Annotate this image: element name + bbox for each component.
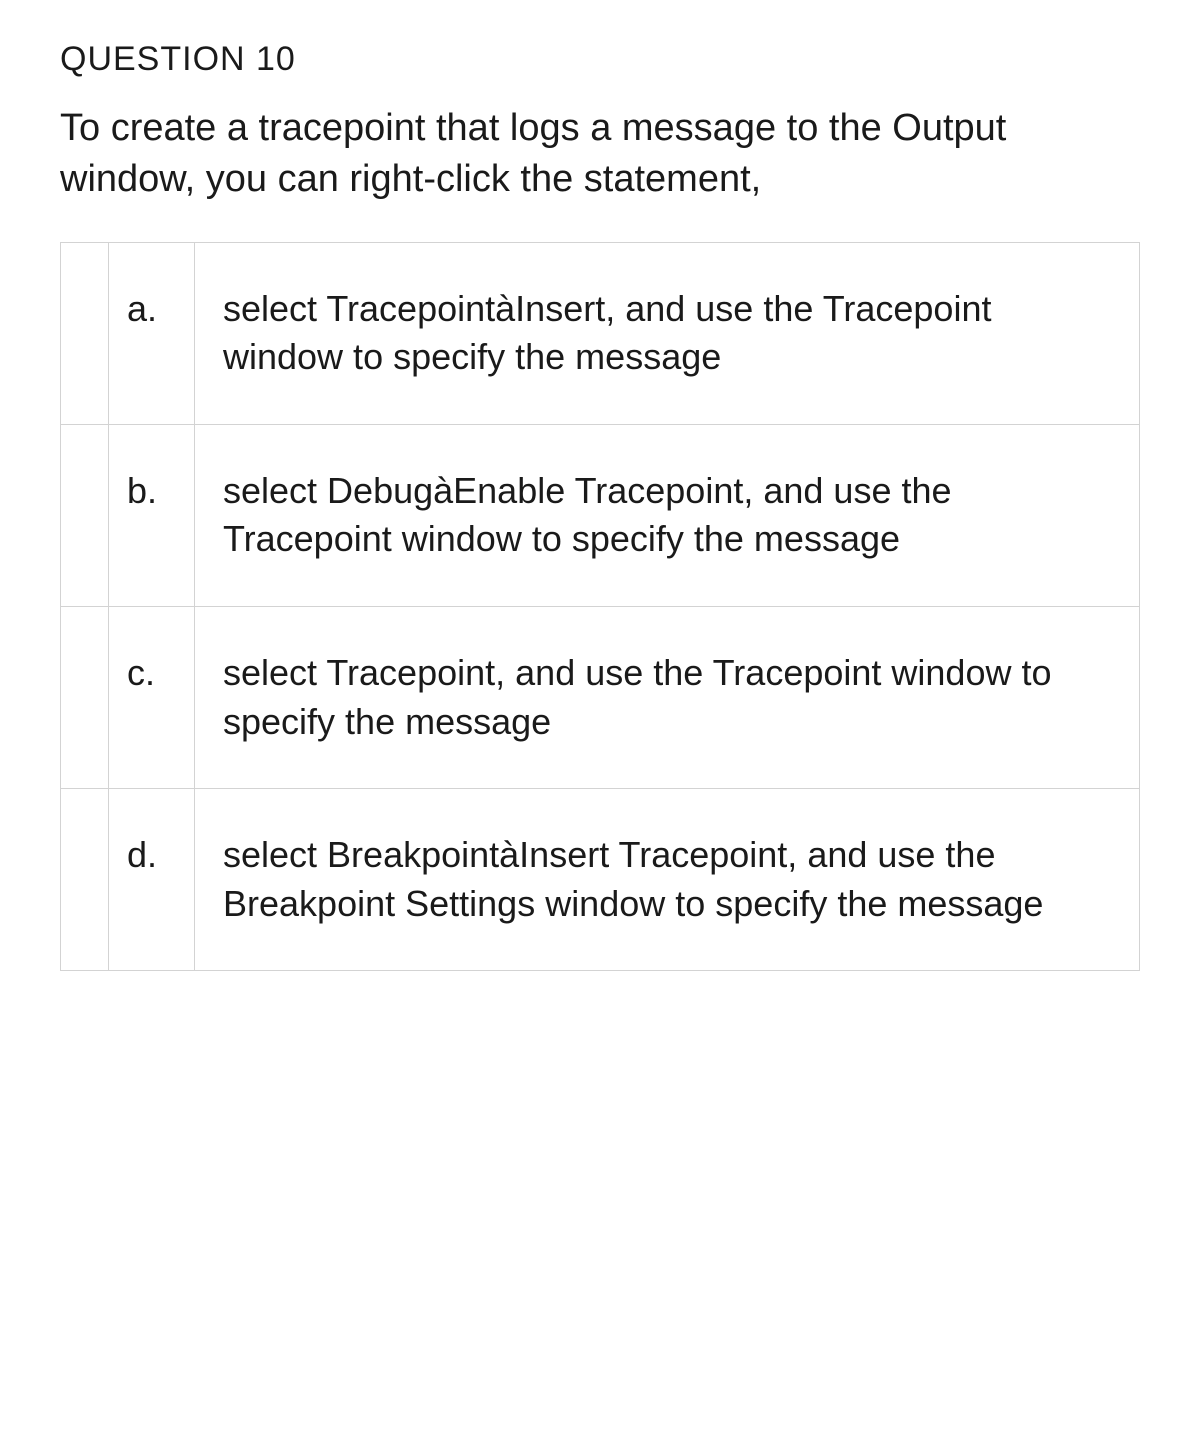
question-text: To create a tracepoint that logs a messa… [60, 103, 1140, 206]
answer-letter-a: a. [109, 242, 195, 424]
answer-letter-c: c. [109, 606, 195, 788]
answer-row-c[interactable]: c. select Tracepoint, and use the Tracep… [61, 606, 1140, 788]
question-number: QUESTION 10 [60, 40, 1140, 79]
answer-text-b: select DebugàEnable Tracepoint, and use … [195, 424, 1140, 606]
answers-table: a. select TracepointàInsert, and use the… [60, 242, 1140, 972]
answer-text-a: select TracepointàInsert, and use the Tr… [195, 242, 1140, 424]
answer-row-d[interactable]: d. select BreakpointàInsert Tracepoint, … [61, 789, 1140, 971]
answer-radio-cell-c[interactable] [61, 606, 109, 788]
answer-text-c: select Tracepoint, and use the Tracepoin… [195, 606, 1140, 788]
answer-radio-cell-b[interactable] [61, 424, 109, 606]
answer-letter-d: d. [109, 789, 195, 971]
answer-radio-cell-d[interactable] [61, 789, 109, 971]
answer-row-b[interactable]: b. select DebugàEnable Tracepoint, and u… [61, 424, 1140, 606]
answer-row-a[interactable]: a. select TracepointàInsert, and use the… [61, 242, 1140, 424]
answer-letter-b: b. [109, 424, 195, 606]
answer-text-d: select BreakpointàInsert Tracepoint, and… [195, 789, 1140, 971]
answer-radio-cell-a[interactable] [61, 242, 109, 424]
